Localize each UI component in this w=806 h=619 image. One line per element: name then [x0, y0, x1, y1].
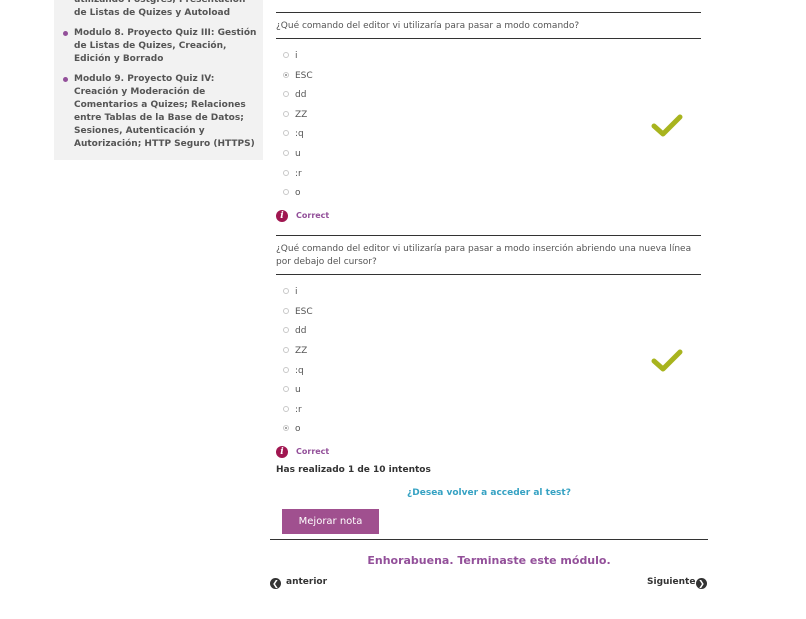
radio-button[interactable] [283, 327, 289, 333]
radio-button[interactable] [283, 130, 289, 136]
retry-test-link[interactable]: ¿Desea volver a acceder al test? [270, 488, 708, 498]
radio-button[interactable] [283, 386, 289, 392]
sidebar-item-label: Modulo 9. Proyecto Quiz IV: Creación y M… [74, 74, 255, 149]
next-link[interactable]: Siguiente ❯ [647, 577, 707, 591]
radio-button[interactable] [283, 111, 289, 117]
sidebar-item-label: Modulo 8. Proyecto Quiz III: Gestión de … [74, 28, 257, 64]
sidebar-item-label: utilizando Postgres; Presentación de Lis… [74, 0, 246, 18]
checkmark-icon [651, 114, 683, 137]
radio-button-selected[interactable] [283, 72, 289, 78]
divider [270, 539, 708, 540]
radio-button-selected[interactable] [283, 425, 289, 431]
divider [276, 235, 701, 236]
radio-button[interactable] [283, 406, 289, 412]
arrow-right-icon: ❯ [696, 578, 707, 589]
info-icon: i [276, 446, 288, 458]
congrats-message: Enhorabuena. Terminaste este módulo. [367, 554, 611, 567]
radio-button[interactable] [283, 308, 289, 314]
divider [276, 38, 701, 39]
checkmark-icon [651, 349, 683, 372]
attempts-count: Has realizado 1 de 10 intentos [276, 465, 431, 475]
radio-button[interactable] [283, 288, 289, 294]
divider [276, 274, 701, 275]
arrow-left-icon: ❮ [270, 578, 281, 589]
question-2-text: ¿Qué comando del editor vi utilizaría pa… [276, 244, 692, 267]
radio-button[interactable] [283, 189, 289, 195]
divider [276, 12, 701, 13]
question-1-text: ¿Qué comando del editor vi utilizaría pa… [276, 21, 580, 31]
radio-button[interactable] [283, 150, 289, 156]
bullet-icon [63, 31, 68, 36]
radio-button[interactable] [283, 52, 289, 58]
radio-button[interactable] [283, 347, 289, 353]
radio-button[interactable] [283, 91, 289, 97]
bullet-icon [63, 77, 68, 82]
radio-button[interactable] [283, 367, 289, 373]
radio-button[interactable] [283, 170, 289, 176]
info-icon: i [276, 210, 288, 222]
module-sidebar: utilizando Postgres; Presentación de Lis… [54, 0, 263, 160]
improve-grade-button[interactable]: Mejorar nota [282, 509, 379, 534]
